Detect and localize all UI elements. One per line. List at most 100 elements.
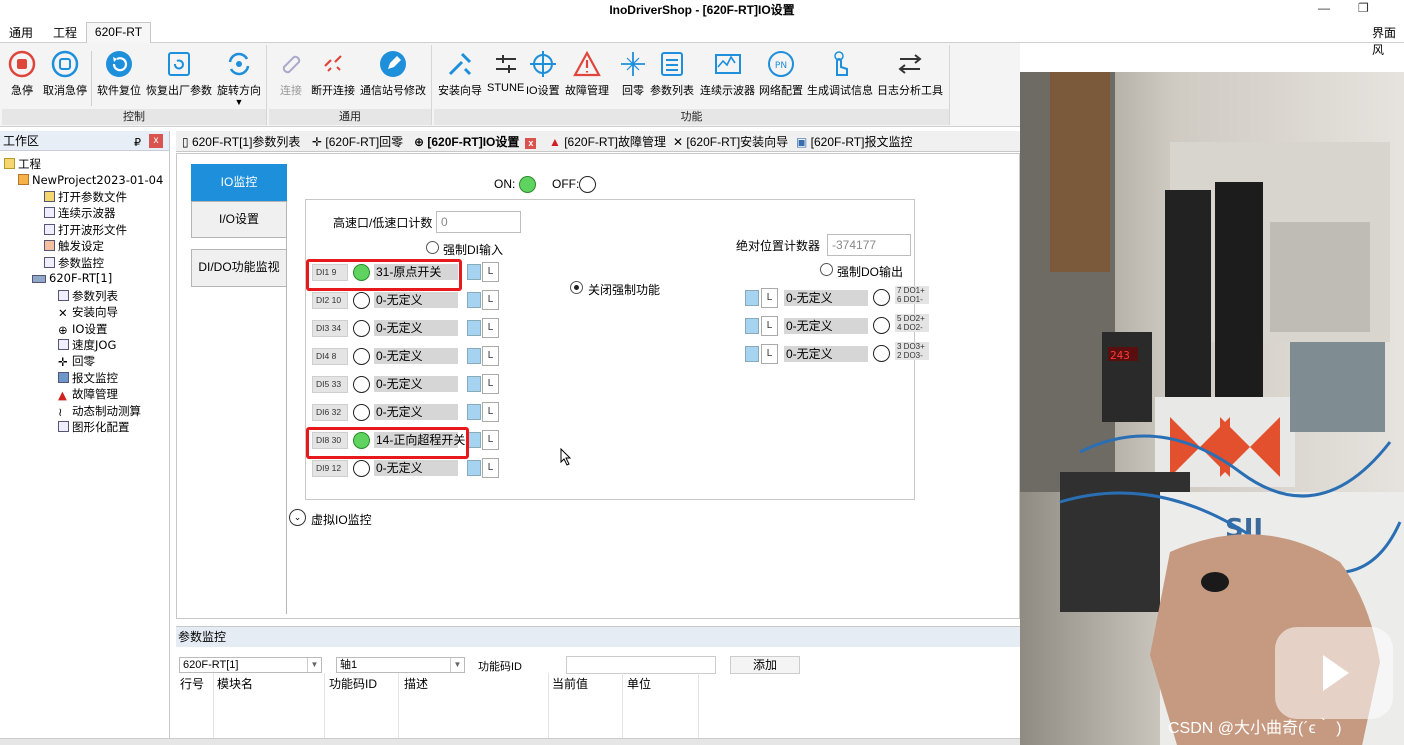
tree-item-message-monitor[interactable]: 报文监控	[58, 370, 118, 386]
menu-tab-project[interactable]: 工程	[53, 24, 77, 41]
di-level-button[interactable]: L	[482, 430, 499, 450]
tree-item-param-list[interactable]: 参数列表	[58, 288, 118, 304]
off-legend-label: OFF:	[552, 177, 580, 191]
tab-fault-management[interactable]: ▲ [620F-RT]故障管理	[549, 133, 666, 150]
do-level-button[interactable]: L	[761, 288, 778, 308]
do-pin-tag: 7 DO1+ 6 DO1-	[895, 286, 929, 304]
tree-item-oscilloscope[interactable]: 连续示波器	[44, 205, 116, 221]
tree-item-project[interactable]: 工程	[4, 156, 41, 172]
hs-counter-field[interactable]	[436, 211, 521, 233]
pin-icon[interactable]: ₽	[134, 133, 141, 153]
di-force-toggle[interactable]	[467, 432, 481, 448]
speed-icon	[58, 339, 69, 350]
tree-item-install-wizard[interactable]: ✕ 安装向导	[58, 304, 118, 320]
factory-reset-button[interactable]: 恢复出厂参数	[146, 49, 212, 98]
debug-info-button[interactable]: 生成调试信息	[807, 49, 873, 98]
abs-counter-field[interactable]	[827, 234, 911, 256]
network-config-button[interactable]: PN 网络配置	[759, 49, 803, 98]
tree-item-io-settings[interactable]: ⊕ IO设置	[58, 321, 107, 337]
do-level-button[interactable]: L	[761, 316, 778, 336]
do-level-button[interactable]: L	[761, 344, 778, 364]
tab-io-settings[interactable]: ⊕ [620F-RT]IO设置 x	[414, 133, 537, 150]
virtual-io-monitor-label[interactable]: 虚拟IO监控	[311, 511, 372, 528]
ribbon-group-general: 连接 断开连接 通信站号修改 通用	[269, 45, 432, 125]
folder-open-icon	[18, 174, 29, 185]
di-level-button[interactable]: L	[482, 262, 499, 282]
di-force-toggle[interactable]	[467, 320, 481, 336]
fault-management-button[interactable]: 故障管理	[565, 49, 609, 98]
di-level-button[interactable]: L	[482, 374, 499, 394]
axis-select[interactable]: 轴1 ▼	[336, 657, 465, 673]
stune-button[interactable]: STUNE	[487, 49, 524, 94]
minimize-button[interactable]: —	[1318, 1, 1330, 15]
di-level-button[interactable]: L	[482, 290, 499, 310]
rotation-direction-button[interactable]: 旋转方向 ▼	[217, 49, 261, 107]
di-level-button[interactable]: L	[482, 318, 499, 338]
tab-param-list[interactable]: ▯ 620F-RT[1]参数列表	[182, 133, 300, 150]
do-force-toggle[interactable]	[745, 290, 759, 306]
do-force-toggle[interactable]	[745, 318, 759, 334]
tree-item-open-wave-file[interactable]: 打开波形文件	[44, 222, 127, 238]
menu-tab-general[interactable]: 通用	[9, 24, 33, 41]
tree-item-homing[interactable]: ✛ 回零	[58, 353, 95, 369]
di-tag: DI6 32	[312, 404, 348, 421]
code-id-input[interactable]	[566, 656, 716, 674]
change-station-button[interactable]: 通信站号修改	[360, 49, 426, 98]
menu-style[interactable]: 界面风	[1372, 24, 1404, 58]
software-reset-button[interactable]: 软件复位	[97, 49, 141, 98]
do-pin-tag: 3 DO3+ 2 DO3-	[895, 342, 929, 360]
connect-button[interactable]: 连接	[276, 49, 306, 98]
tab-io-config[interactable]: I/O设置	[191, 201, 287, 238]
maximize-button[interactable]: ❐	[1358, 1, 1369, 15]
di-force-toggle[interactable]	[467, 460, 481, 476]
graphic-icon	[58, 421, 69, 432]
force-di-radio[interactable]	[426, 241, 439, 254]
install-wizard-button[interactable]: 安装向导	[438, 49, 482, 98]
tree-item-dynamic-brake[interactable]: ≀ 动态制动测算	[58, 403, 141, 419]
tree-item-trigger[interactable]: 触发设定	[44, 238, 104, 254]
homing-button[interactable]: 回零	[618, 49, 648, 98]
tree-item-fault-management[interactable]: ▲ 故障管理	[58, 386, 118, 402]
tab-di-do-function-monitor[interactable]: DI/DO功能监视	[191, 249, 287, 287]
disconnect-button[interactable]: 断开连接	[311, 49, 355, 98]
tree-item-speed-jog[interactable]: 速度JOG	[58, 337, 116, 353]
param-list-button[interactable]: 参数列表	[650, 49, 694, 98]
do-force-toggle[interactable]	[745, 346, 759, 362]
di-level-button[interactable]: L	[482, 402, 499, 422]
di-force-toggle[interactable]	[467, 348, 481, 364]
tab-io-monitor[interactable]: IO监控	[191, 164, 287, 201]
menu-tab-device[interactable]: 620F-RT	[86, 22, 151, 43]
tab-message-monitor[interactable]: ▣ [620F-RT]报文监控	[796, 133, 912, 150]
tree-item-graphic-config[interactable]: 图形化配置	[58, 419, 130, 435]
oscilloscope-button[interactable]: 连续示波器	[700, 49, 755, 98]
cancel-estop-button[interactable]: 取消急停	[43, 49, 87, 98]
tree-item-open-param-file[interactable]: 打开参数文件	[44, 189, 127, 205]
add-button[interactable]: 添加	[730, 656, 800, 674]
log-analysis-button[interactable]: 日志分析工具	[877, 49, 943, 98]
ribbon-group-label: 控制	[2, 109, 266, 125]
expand-chevron-icon[interactable]: ⌄	[289, 509, 306, 526]
io-settings-button[interactable]: IO设置	[526, 49, 560, 98]
tree-item-newproject[interactable]: NewProject2023-01-04	[18, 173, 163, 187]
tree-item-device[interactable]: 620F-RT[1]	[32, 271, 112, 285]
di-force-toggle[interactable]	[467, 264, 481, 280]
column-header: 功能码ID	[329, 677, 378, 691]
tab-homing[interactable]: ✛ [620F-RT]回零	[312, 133, 403, 150]
di-force-toggle[interactable]	[467, 292, 481, 308]
di-level-button[interactable]: L	[482, 458, 499, 478]
log-tool-icon	[898, 54, 922, 74]
di-force-toggle[interactable]	[467, 376, 481, 392]
tools-icon	[448, 52, 472, 76]
device-select[interactable]: 620F-RT[1] ▼	[179, 657, 322, 673]
estop-button[interactable]: 急停	[7, 49, 37, 98]
tab-install-wizard[interactable]: ✕ [620F-RT]安装向导	[673, 133, 788, 150]
close-panel-button[interactable]: x	[149, 134, 163, 148]
close-force-radio[interactable]	[570, 281, 583, 294]
force-do-radio[interactable]	[820, 263, 833, 276]
tree-item-param-monitor[interactable]: 参数监控	[44, 255, 104, 271]
di-level-button[interactable]: L	[482, 346, 499, 366]
off-legend-indicator	[579, 176, 596, 193]
di-force-toggle[interactable]	[467, 404, 481, 420]
edit-icon	[380, 51, 406, 77]
close-tab-icon[interactable]: x	[525, 138, 537, 149]
